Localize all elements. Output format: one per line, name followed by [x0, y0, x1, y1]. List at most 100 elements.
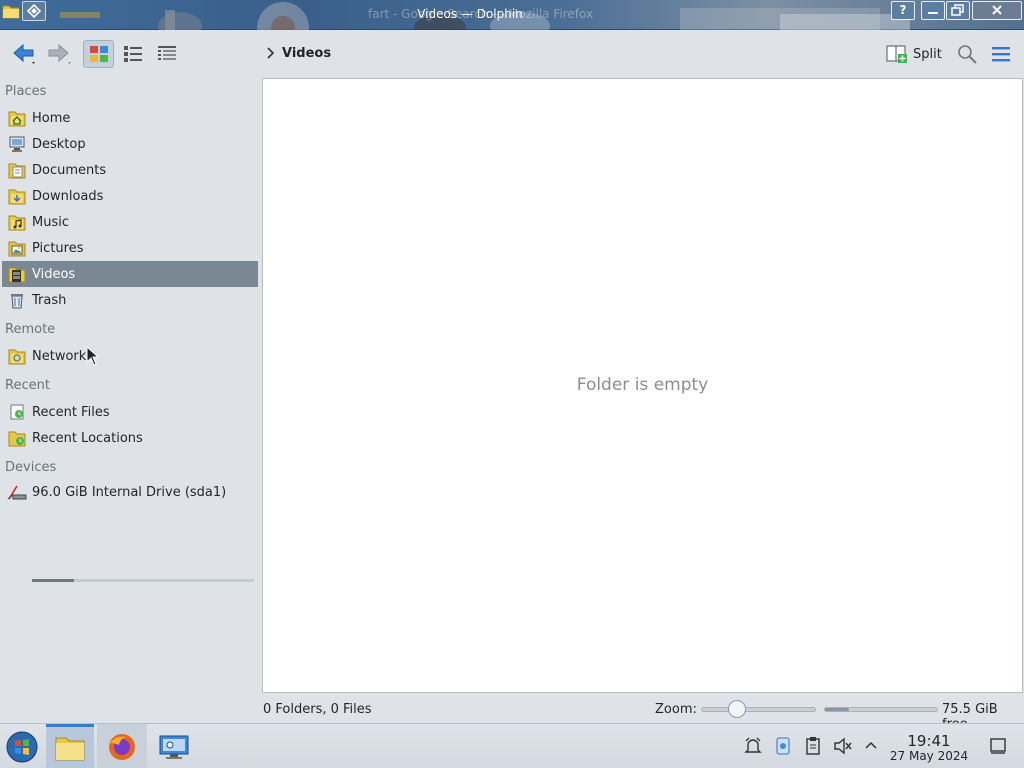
zoom-slider[interactable]: [701, 700, 816, 718]
hamburger-menu-icon: [992, 47, 1010, 62]
device-notifier-icon: [776, 737, 790, 755]
place-pictures[interactable]: Pictures: [2, 235, 258, 261]
back-button[interactable]: [8, 40, 42, 68]
firefox-icon: [109, 733, 135, 760]
documents-folder-icon: [7, 160, 27, 180]
details-view-button[interactable]: [151, 40, 182, 68]
device-internal-drive[interactable]: 96.0 GiB Internal Drive (sda1): [2, 479, 258, 505]
recent-files-icon: [7, 402, 27, 422]
recent-locations-icon: [7, 428, 27, 448]
place-recent-files[interactable]: Recent Files: [2, 399, 258, 425]
drive-usage-bar: [32, 579, 254, 582]
place-trash[interactable]: Trash: [2, 287, 258, 313]
restore-icon: [951, 4, 964, 16]
places-panel: Places Home Desktop Documents Downloads …: [0, 79, 262, 694]
network-folder-icon: [7, 346, 27, 366]
clipboard-manager-tray[interactable]: [802, 734, 824, 758]
trash-icon: [7, 290, 27, 310]
taskbar-firefox[interactable]: [97, 724, 147, 768]
arrow-left-icon: [13, 43, 35, 64]
clock-date[interactable]: 27 May 2024: [886, 749, 972, 763]
folder-icon: [55, 737, 85, 761]
taskbar-system-settings[interactable]: [150, 724, 198, 768]
place-downloads[interactable]: Downloads: [2, 183, 258, 209]
close-icon: [992, 5, 1002, 15]
empty-folder-message: Folder is empty: [576, 375, 709, 395]
place-label: Documents: [32, 162, 107, 178]
videos-folder-icon: [7, 264, 27, 284]
place-home[interactable]: Home: [2, 105, 258, 131]
place-recent-locations[interactable]: Recent Locations: [2, 425, 258, 451]
home-folder-icon: [7, 108, 27, 128]
breadcrumb-chevron-icon[interactable]: [266, 47, 276, 63]
recent-section-header: Recent: [5, 378, 50, 393]
place-documents[interactable]: Documents: [2, 157, 258, 183]
file-view[interactable]: Folder is empty: [262, 78, 1023, 693]
clipboard-tray[interactable]: [772, 734, 794, 758]
free-space-bar[interactable]: [824, 707, 938, 712]
free-space-fill: [825, 708, 849, 711]
status-text: 0 Folders, 0 Files: [263, 702, 372, 717]
places-section-header: Places: [5, 84, 47, 99]
icons-view-button[interactable]: [83, 40, 114, 68]
notifications-tray[interactable]: [742, 734, 764, 758]
details-view-icon: [157, 46, 176, 60]
place-label: Network: [32, 348, 87, 364]
zoom-label: Zoom:: [655, 702, 697, 717]
split-view-icon: [886, 45, 907, 63]
minimize-icon: [928, 12, 938, 14]
place-label: Music: [32, 214, 69, 230]
start-menu-button[interactable]: [2, 724, 42, 768]
place-label: Trash: [32, 292, 67, 308]
place-music[interactable]: Music: [2, 209, 258, 235]
show-desktop-icon: [990, 738, 1006, 754]
arrow-right-icon: [48, 43, 71, 64]
status-bar: 0 Folders, 0 Files Zoom: 75.5 GiB free: [0, 695, 1024, 732]
place-network[interactable]: Network: [2, 343, 258, 369]
start-orb-icon: [6, 731, 38, 762]
place-label: Recent Files: [32, 404, 110, 420]
search-button[interactable]: [954, 41, 980, 67]
compact-view-button[interactable]: [117, 40, 148, 68]
devices-section-header: Devices: [5, 460, 57, 475]
chevron-up-icon: [865, 741, 877, 749]
forward-button[interactable]: [42, 40, 76, 68]
place-label: Desktop: [32, 136, 86, 152]
hamburger-menu-button[interactable]: [988, 41, 1014, 67]
pictures-folder-icon: [7, 238, 27, 258]
volume-tray[interactable]: [832, 734, 854, 758]
tray-expand-button[interactable]: [860, 734, 882, 758]
clock-time[interactable]: 19:41: [890, 732, 968, 750]
taskbar: 19:41 27 May 2024: [0, 723, 1024, 768]
clipboard-icon: [806, 737, 820, 755]
help-button[interactable]: ?: [891, 1, 915, 20]
window-titlebar[interactable]: fart - Google Search — Mozilla Firefox V…: [0, 0, 1024, 30]
breadcrumb-current[interactable]: Videos: [282, 46, 331, 61]
volume-muted-icon: [834, 737, 852, 755]
maximize-button[interactable]: [946, 1, 970, 20]
place-label: Pictures: [32, 240, 84, 256]
system-settings-icon: [159, 735, 189, 759]
place-label: 96.0 GiB Internal Drive (sda1): [32, 484, 227, 500]
show-desktop-button[interactable]: [987, 734, 1009, 758]
icons-view-icon: [89, 46, 108, 62]
alarm-bell-icon: [744, 737, 762, 753]
main-toolbar: Videos Split: [0, 31, 1024, 77]
zoom-slider-handle[interactable]: [727, 700, 746, 718]
place-videos[interactable]: Videos: [2, 261, 258, 287]
hard-drive-icon: [7, 482, 27, 502]
mouse-cursor-icon: [86, 345, 100, 370]
place-label: Home: [32, 110, 71, 126]
place-desktop[interactable]: Desktop: [2, 131, 258, 157]
place-label: Downloads: [32, 188, 104, 204]
place-label: Recent Locations: [32, 430, 143, 446]
window-title: Videos — Dolphin: [417, 7, 523, 21]
split-button[interactable]: Split: [886, 41, 942, 67]
close-button[interactable]: [972, 1, 1022, 20]
minimize-button[interactable]: [921, 1, 945, 20]
compact-view-icon: [123, 46, 142, 62]
desktop-folder-icon: [7, 134, 27, 154]
taskbar-dolphin[interactable]: [46, 724, 94, 768]
drive-usage-fill: [32, 579, 75, 582]
music-folder-icon: [7, 212, 27, 232]
